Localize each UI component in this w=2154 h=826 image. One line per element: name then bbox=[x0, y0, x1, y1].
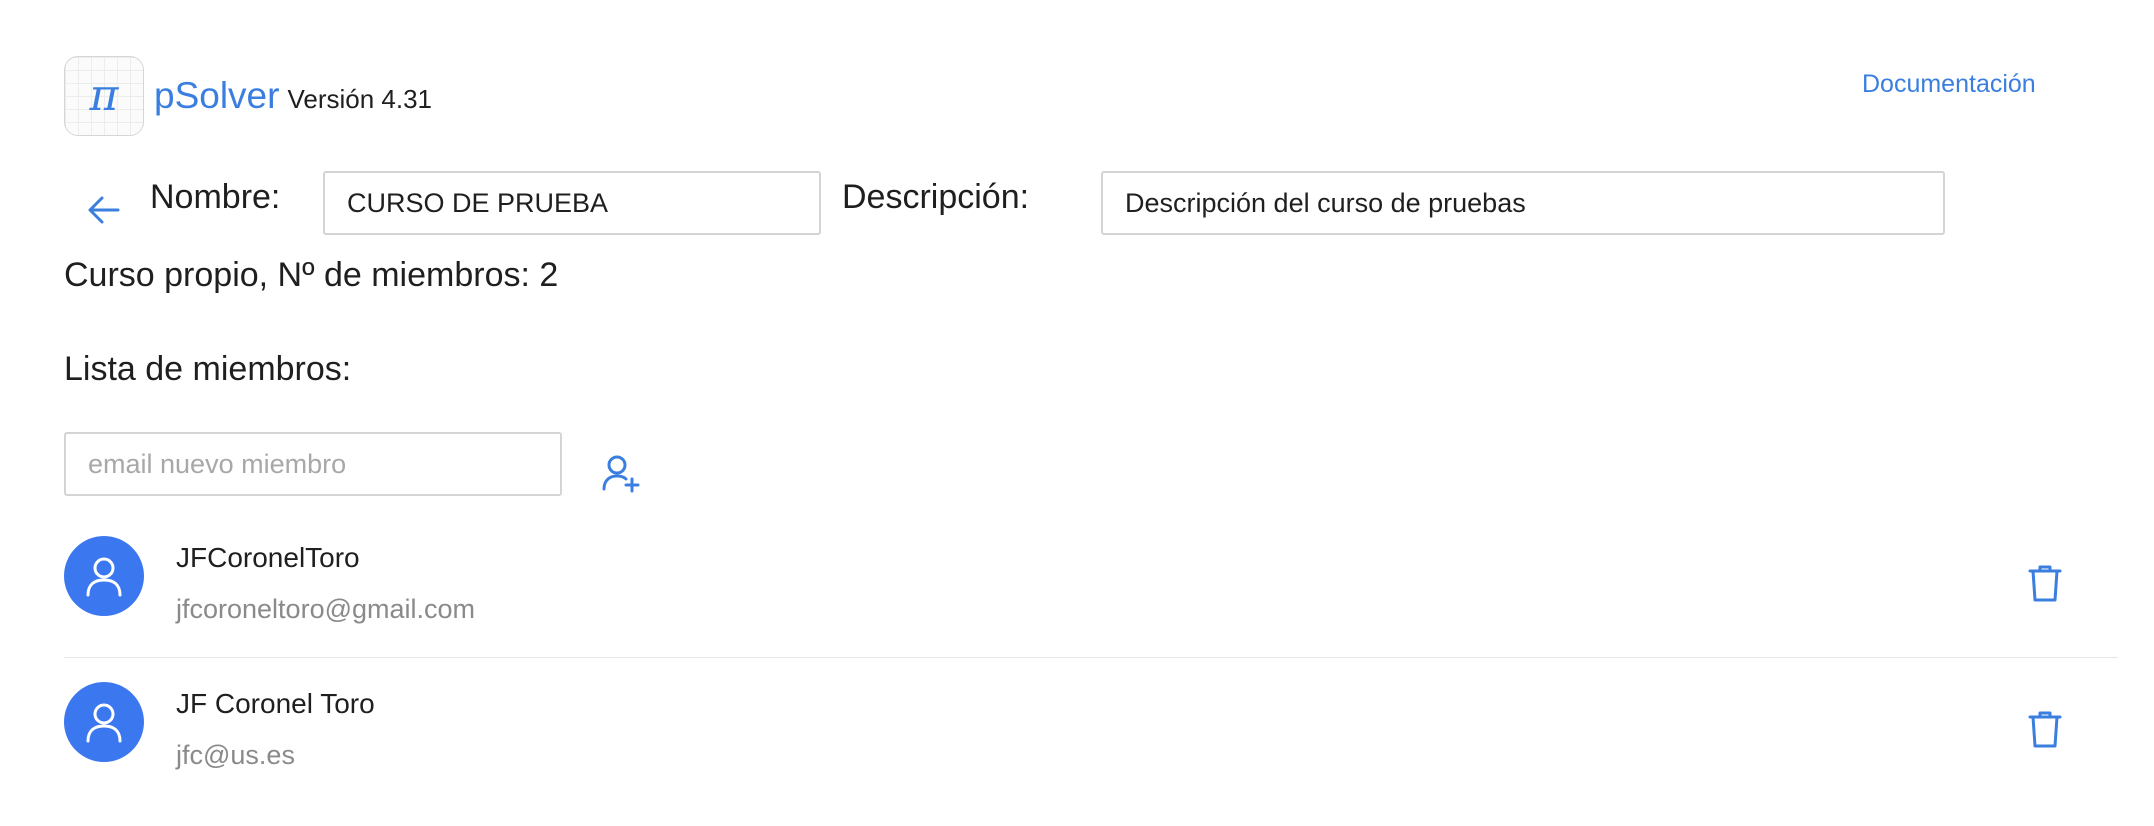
members-title: Lista de miembros: bbox=[64, 350, 352, 388]
member-name: JF Coronel Toro bbox=[176, 688, 375, 719]
name-label: Nombre: bbox=[150, 178, 281, 216]
course-info: Curso propio, Nº de miembros: 2 bbox=[64, 256, 559, 294]
new-member-email-input[interactable] bbox=[64, 432, 562, 496]
member-name: JFCoronelToro bbox=[176, 542, 360, 573]
member-email: jfc@us.es bbox=[176, 740, 295, 770]
avatar bbox=[64, 536, 144, 616]
course-name-input[interactable] bbox=[323, 171, 821, 235]
avatar bbox=[64, 682, 144, 762]
delete-member-button[interactable] bbox=[2024, 562, 2066, 604]
app-version: Versión 4.31 bbox=[287, 83, 433, 114]
delete-member-button[interactable] bbox=[2024, 708, 2066, 750]
course-editor-page: π pSolver Versión 4.31 Documentación Nom… bbox=[0, 0, 2154, 826]
user-plus-icon bbox=[602, 455, 640, 493]
app-header: π pSolver Versión 4.31 bbox=[64, 56, 432, 136]
app-name: pSolver bbox=[154, 75, 280, 116]
trash-icon bbox=[2028, 711, 2062, 748]
trash-icon bbox=[2028, 565, 2062, 602]
pi-icon: π bbox=[89, 70, 119, 121]
member-email: jfcoroneltoro@gmail.com bbox=[176, 594, 476, 624]
member-row: JF Coronel Toro jfc@us.es bbox=[64, 658, 2118, 804]
user-icon bbox=[86, 557, 122, 597]
user-icon bbox=[86, 703, 122, 743]
arrow-left-icon[interactable] bbox=[84, 190, 124, 230]
description-label: Descripción: bbox=[842, 178, 1030, 216]
add-member-button[interactable] bbox=[600, 452, 642, 494]
documentation-link[interactable]: Documentación bbox=[1862, 70, 2036, 99]
course-description-input[interactable] bbox=[1101, 171, 1945, 235]
app-logo: π bbox=[64, 56, 144, 136]
member-row: JFCoronelToro jfcoroneltoro@gmail.com bbox=[64, 512, 2118, 658]
